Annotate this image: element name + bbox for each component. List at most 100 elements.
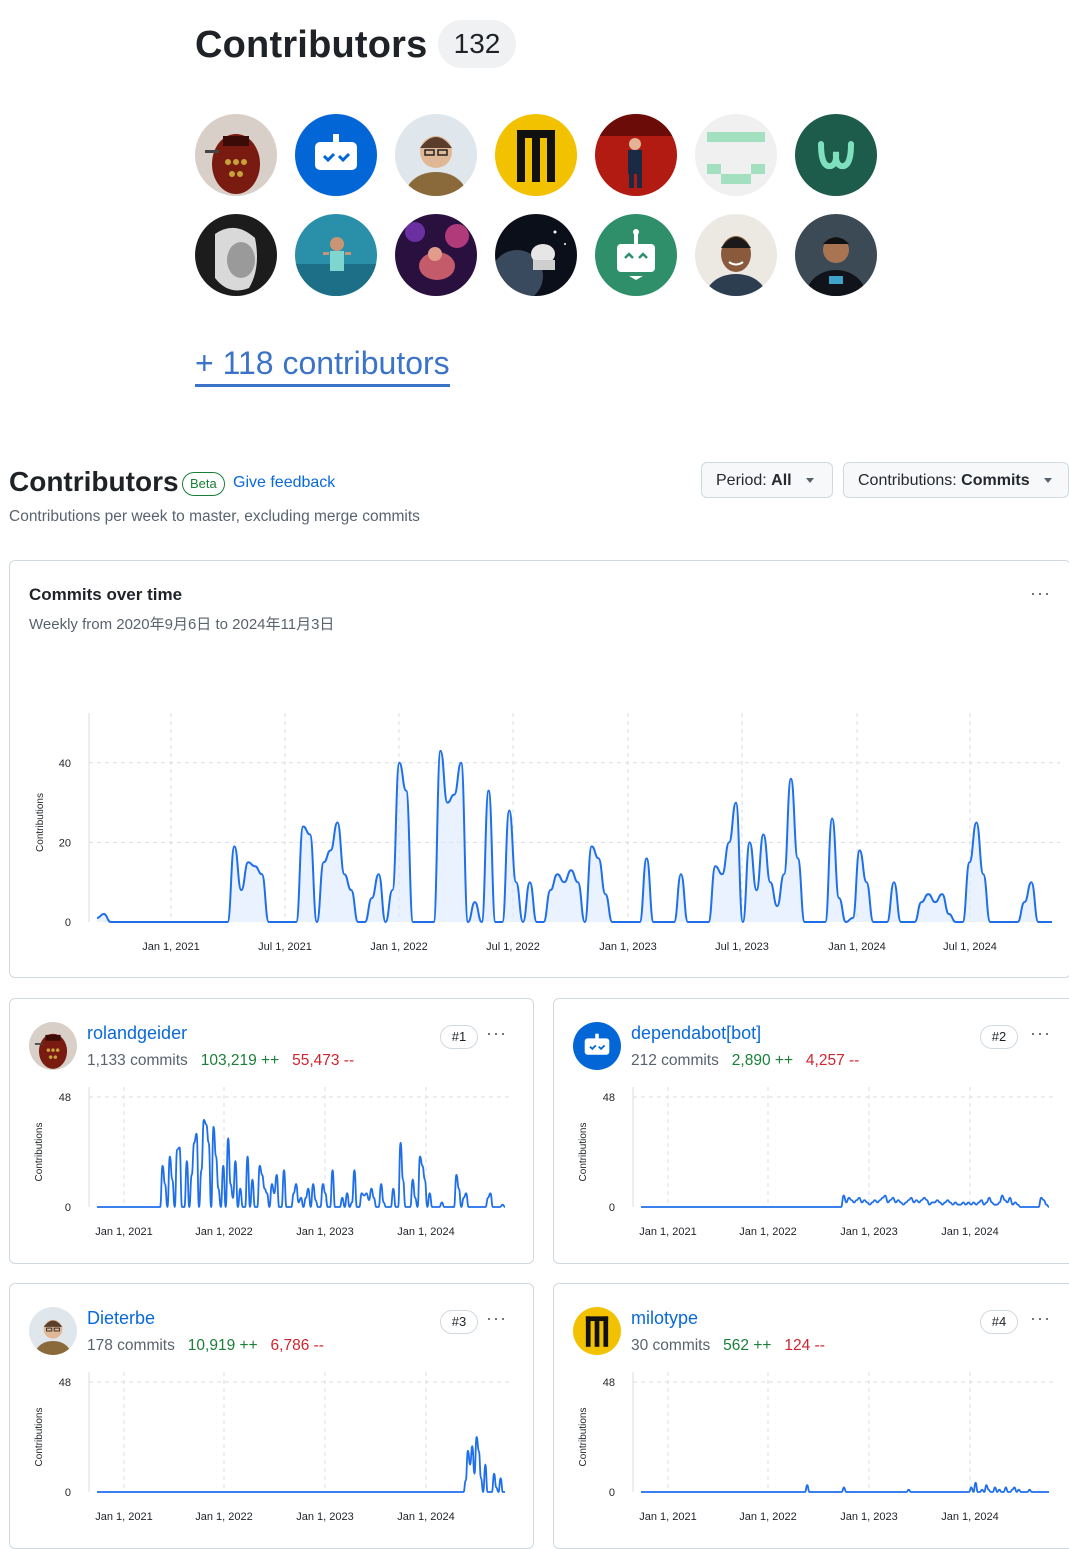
y-tick-label: 20: [59, 837, 71, 849]
avatar-dependabot[interactable]: [295, 114, 377, 196]
rank-badge: #1: [440, 1025, 478, 1049]
commit-count: 212 commits: [631, 1052, 719, 1069]
y-tick-label: 0: [609, 1202, 615, 1214]
contributor-name-link[interactable]: rolandgeider: [87, 1023, 187, 1044]
contributions-dropdown-button[interactable]: Contributions: Commits: [843, 462, 1069, 498]
x-tick-label: Jan 1, 2024: [397, 1511, 455, 1523]
avatar-yellow-logo[interactable]: [573, 1307, 621, 1355]
additions-count: 103,219 ++: [200, 1052, 280, 1069]
additions-count: 2,890 ++: [731, 1052, 793, 1069]
avatar-person-water[interactable]: [295, 214, 377, 296]
contributor-stats: 1,133 commits 103,219 ++ 55,473 --: [87, 1052, 354, 1070]
series-area: [97, 750, 1052, 922]
avatar-person-glasses[interactable]: [29, 1307, 77, 1355]
more-options-icon[interactable]: ···: [1030, 1308, 1051, 1329]
more-contributors-link[interactable]: + 118 contributors: [195, 344, 450, 387]
x-tick-label: Jan 1, 2024: [828, 941, 886, 953]
y-axis-label: Contributions: [578, 1408, 589, 1467]
deletions-count: 4,257 --: [805, 1052, 860, 1069]
x-tick-label: Jan 1, 2023: [840, 1226, 898, 1238]
avatar-green-w[interactable]: [795, 114, 877, 196]
x-tick-label: Jul 1, 2024: [943, 941, 997, 953]
additions-count: 10,919 ++: [187, 1337, 258, 1354]
x-tick-label: Jan 1, 2024: [941, 1226, 999, 1238]
x-tick-label: Jan 1, 2022: [195, 1226, 253, 1238]
more-options-icon[interactable]: ···: [1030, 583, 1051, 604]
commit-count: 30 commits: [631, 1337, 711, 1354]
x-tick-label: Jan 1, 2021: [95, 1226, 153, 1238]
y-tick-label: 48: [59, 1092, 71, 1104]
y-tick-label: 0: [65, 917, 71, 929]
avatar-red-stage[interactable]: [595, 114, 677, 196]
give-feedback-link[interactable]: Give feedback: [233, 474, 335, 492]
contributor-chart: 48 0 Jan 1, 2021 Jan 1, 2022 Jan 1, 2023 Jan …: [578, 1087, 1057, 1238]
contributor-stats: 212 commits 2,890 ++ 4,257 --: [631, 1052, 859, 1070]
avatar-bot-green[interactable]: [595, 214, 677, 296]
x-tick-label: Jul 1, 2021: [258, 941, 312, 953]
avatar-space[interactable]: [495, 214, 577, 296]
contributions-value: Commits: [961, 472, 1030, 489]
chart-subtitle: Weekly from 2020年9月6日 to 2024年11月3日: [29, 616, 335, 633]
more-options-icon[interactable]: ···: [486, 1023, 507, 1044]
y-tick-label: 0: [65, 1202, 71, 1214]
contributions-label: Contributions:: [858, 472, 957, 489]
series-line: [97, 1436, 505, 1493]
x-tick-label: Jan 1, 2021: [639, 1226, 697, 1238]
series-line: [641, 1194, 1050, 1208]
x-tick-label: Jan 1, 2023: [296, 1511, 354, 1523]
contributors-count-badge: 132: [438, 20, 516, 68]
deletions-count: 124 --: [784, 1337, 825, 1354]
additions-count: 562 ++: [723, 1337, 772, 1354]
caret-down-icon: [805, 478, 814, 484]
x-tick-label: Jan 1, 2023: [296, 1226, 354, 1238]
avatar-person-smiling[interactable]: [695, 214, 777, 296]
y-tick-label: 48: [603, 1377, 615, 1389]
avatar-person-glasses[interactable]: [395, 114, 477, 196]
x-tick-label: Jan 1, 2023: [599, 941, 657, 953]
avatar-green-pixel[interactable]: [695, 114, 777, 196]
deletions-count: 6,786 --: [270, 1337, 324, 1354]
series-line: [97, 1119, 506, 1208]
page-subtitle: Contributions per week to master, exclud…: [9, 508, 420, 525]
contributor-chart: 48 0 Jan 1, 2021 Jan 1, 2022 Jan 1, 2023 Jan …: [34, 1372, 513, 1523]
x-tick-label: Jan 1, 2021: [639, 1511, 697, 1523]
avatar-dependabot[interactable]: [573, 1022, 621, 1070]
page-title: Contributors: [9, 466, 179, 497]
y-tick-label: 40: [59, 758, 71, 770]
contributor-name-link[interactable]: milotype: [631, 1308, 698, 1329]
x-tick-label: Jan 1, 2021: [142, 941, 200, 953]
commits-over-time-card: Commits over time Weekly from 2020年9月6日 …: [9, 560, 1069, 978]
more-options-icon[interactable]: ···: [486, 1308, 507, 1329]
y-tick-label: 48: [59, 1377, 71, 1389]
x-tick-label: Jan 1, 2022: [195, 1511, 253, 1523]
avatar-bw-portrait[interactable]: [195, 214, 277, 296]
contributor-stats: 178 commits 10,919 ++ 6,786 --: [87, 1337, 324, 1355]
y-axis-label: Contributions: [35, 793, 46, 852]
caret-down-icon: [1043, 478, 1052, 484]
avatar-purple-concert[interactable]: [395, 214, 477, 296]
beta-badge: Beta: [182, 472, 225, 496]
avatar-dalek[interactable]: [195, 114, 277, 196]
y-tick-label: 48: [603, 1092, 615, 1104]
y-tick-label: 0: [65, 1487, 71, 1499]
x-tick-label: Jan 1, 2021: [95, 1511, 153, 1523]
y-axis-label: Contributions: [34, 1408, 45, 1467]
contributor-name-link[interactable]: Dieterbe: [87, 1308, 155, 1329]
commit-count: 1,133 commits: [87, 1052, 188, 1069]
x-tick-label: Jan 1, 2022: [370, 941, 428, 953]
period-label: Period:: [716, 472, 767, 489]
commit-count: 178 commits: [87, 1337, 175, 1354]
rank-badge: #4: [980, 1310, 1018, 1334]
contributor-card: Dieterbe 178 commits 10,919 ++ 6,786 -- …: [9, 1283, 534, 1549]
contributor-card: dependabot[bot] 212 commits 2,890 ++ 4,2…: [553, 998, 1069, 1264]
more-options-icon[interactable]: ···: [1030, 1023, 1051, 1044]
commits-over-time-chart: 40 20 0 Jan 1, 2021 Jul 1, 2021 Jan 1, 2022 Ju…: [35, 713, 1060, 953]
y-axis-label: Contributions: [34, 1123, 45, 1182]
avatar-yellow-logo[interactable]: [495, 114, 577, 196]
x-tick-label: Jul 1, 2023: [715, 941, 769, 953]
x-tick-label: Jan 1, 2022: [739, 1226, 797, 1238]
avatar-person-night[interactable]: [795, 214, 877, 296]
period-dropdown-button[interactable]: Period: All: [701, 462, 833, 498]
contributor-name-link[interactable]: dependabot[bot]: [631, 1023, 761, 1044]
avatar-dalek[interactable]: [29, 1022, 77, 1070]
